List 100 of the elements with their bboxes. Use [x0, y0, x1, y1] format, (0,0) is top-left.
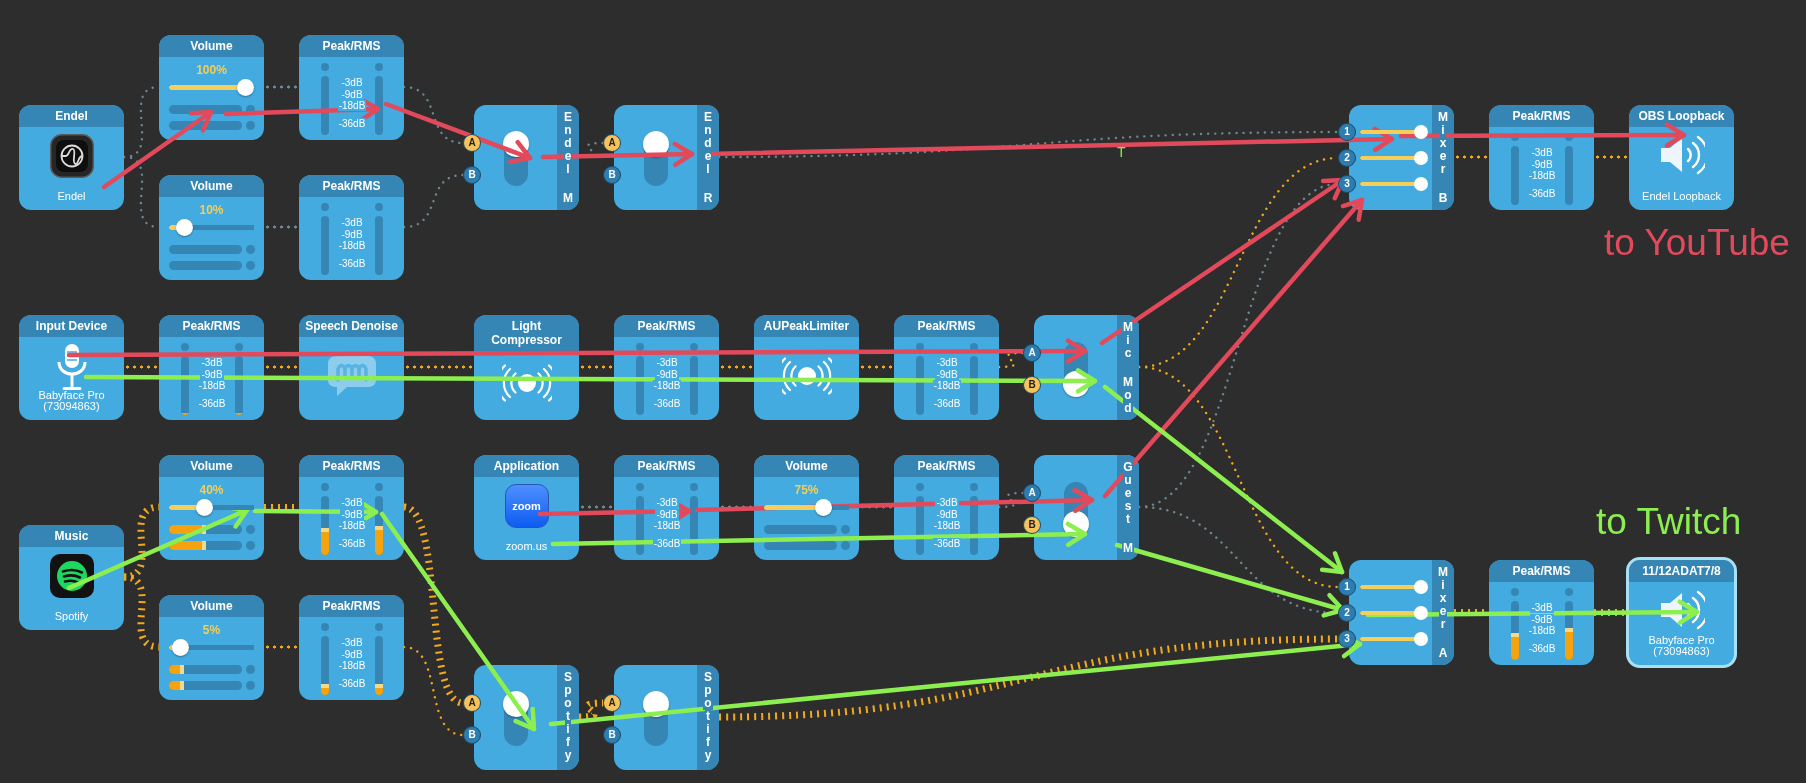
- slider-thumb[interactable]: [1414, 125, 1428, 139]
- node-title: Speech Denoise: [299, 315, 404, 337]
- clip-dot-icon: [246, 665, 255, 674]
- meter-node[interactable]: Peak/RMS -3dB -9dB -18dB -36dB: [1489, 560, 1594, 665]
- scale-label: -3dB: [1530, 147, 1554, 158]
- node-title: Peak/RMS: [1489, 105, 1594, 127]
- meter-node[interactable]: Peak/RMS -3dB -9dB -18dB -36dB: [894, 455, 999, 560]
- switch-label: Mic Mod: [1121, 321, 1135, 415]
- level-meter: [916, 496, 924, 555]
- input-port[interactable]: A: [1023, 344, 1041, 362]
- scale-label: -9dB: [655, 509, 679, 520]
- source-node[interactable]: Input Device Babyface Pro (73094863): [19, 315, 124, 420]
- clip-dot-icon: [690, 483, 698, 491]
- node-title: Volume: [159, 595, 264, 617]
- volume-percent: 10%: [198, 203, 225, 217]
- output-node[interactable]: OBS Loopback Endel Loopback: [1629, 105, 1734, 210]
- effect-node[interactable]: AUPeakLimiter: [754, 315, 859, 420]
- node-caption: Endel: [57, 191, 86, 202]
- node-title: Peak/RMS: [299, 455, 404, 477]
- meter-node[interactable]: Peak/RMS -3dB -9dB -18dB -36dB: [614, 455, 719, 560]
- input-port[interactable]: A: [603, 134, 621, 152]
- volume-node[interactable]: Volume 5%: [159, 595, 264, 700]
- volume-node[interactable]: Volume 100%: [159, 35, 264, 140]
- scale-label: -9dB: [340, 509, 364, 520]
- scale-label: -18dB: [337, 240, 367, 251]
- clip-dot-icon: [321, 483, 329, 491]
- input-port[interactable]: A: [1023, 484, 1041, 502]
- meter-node[interactable]: Peak/RMS -3dB -9dB -18dB -36dB: [159, 315, 264, 420]
- level-meter: [1565, 146, 1573, 205]
- scale-label: -9dB: [340, 229, 364, 240]
- input-port[interactable]: B: [603, 726, 621, 744]
- effect-node[interactable]: Light Compressor: [474, 315, 579, 420]
- scale-label: -9dB: [655, 369, 679, 380]
- scale-label: -36dB: [652, 538, 682, 549]
- clip-dot-icon: [375, 623, 383, 631]
- clip-dot-icon: [375, 203, 383, 211]
- speech-bubble-icon: [327, 355, 376, 396]
- output-node[interactable]: 11/12ADAT7/8 Babyface Pro (73094863): [1626, 557, 1737, 668]
- input-port[interactable]: B: [1023, 516, 1041, 534]
- slider-thumb[interactable]: [196, 499, 214, 516]
- scale-label: -18dB: [1527, 625, 1557, 636]
- scale-label: -36dB: [932, 538, 962, 549]
- source-node[interactable]: Application zoom zoom.us: [474, 455, 579, 560]
- input-port[interactable]: A: [463, 694, 481, 712]
- switch-label: Endel R: [701, 111, 715, 205]
- scale-label: -9dB: [340, 89, 364, 100]
- volume-node[interactable]: Volume 75%: [754, 455, 859, 560]
- node-caption: Spotify: [54, 611, 89, 622]
- slider-thumb[interactable]: [1414, 177, 1428, 191]
- input-port[interactable]: B: [463, 726, 481, 744]
- source-node[interactable]: Music Spotify: [19, 525, 124, 630]
- switch-label: Spotify: [561, 671, 574, 764]
- meter-node[interactable]: Peak/RMS -3dB -9dB -18dB -36dB: [894, 315, 999, 420]
- scale-label: -18dB: [337, 520, 367, 531]
- input-port[interactable]: 1: [1338, 578, 1356, 596]
- input-port[interactable]: A: [603, 694, 621, 712]
- mixer-label: Mixer B: [1436, 111, 1450, 205]
- meter-node[interactable]: Peak/RMS -3dB -9dB -18dB -36dB: [299, 595, 404, 700]
- slider-thumb[interactable]: [172, 639, 190, 656]
- level-meter: [970, 496, 978, 555]
- mixer-node[interactable]: Mixer A: [1349, 560, 1454, 665]
- scale-label: -9dB: [935, 369, 959, 380]
- slider-thumb[interactable]: [175, 219, 193, 236]
- meter-node[interactable]: Peak/RMS -3dB -9dB -18dB -36dB: [299, 35, 404, 140]
- meter-node[interactable]: Peak/RMS -3dB -9dB -18dB -36dB: [614, 315, 719, 420]
- switch-track[interactable]: [643, 692, 668, 746]
- switch-track[interactable]: [643, 132, 668, 186]
- radiating-dot-icon: [781, 356, 832, 395]
- slider-thumb[interactable]: [1414, 606, 1428, 620]
- annotation-text: T: [1117, 145, 1126, 159]
- node-title: Peak/RMS: [1489, 560, 1594, 582]
- slider-thumb[interactable]: [237, 79, 254, 96]
- input-port[interactable]: B: [603, 166, 621, 184]
- input-port[interactable]: 1: [1338, 123, 1356, 141]
- scale-label: -36dB: [337, 538, 367, 549]
- clip-dot-icon: [636, 483, 644, 491]
- input-port[interactable]: B: [463, 166, 481, 184]
- node-title: AUPeakLimiter: [754, 315, 859, 337]
- volume-node[interactable]: Volume 10%: [159, 175, 264, 280]
- volume-node[interactable]: Volume 40%: [159, 455, 264, 560]
- node-title: Endel: [19, 105, 124, 127]
- meter-node[interactable]: Peak/RMS -3dB -9dB -18dB -36dB: [299, 175, 404, 280]
- meter-node[interactable]: Peak/RMS -3dB -9dB -18dB -36dB: [299, 455, 404, 560]
- slider-thumb[interactable]: [1414, 580, 1428, 594]
- clip-dot-icon: [321, 623, 329, 631]
- input-port[interactable]: 2: [1338, 149, 1356, 167]
- scale-label: -3dB: [935, 497, 959, 508]
- slider-thumb[interactable]: [1414, 632, 1428, 646]
- effect-node[interactable]: Speech Denoise: [299, 315, 404, 420]
- scale-label: -18dB: [1527, 170, 1557, 181]
- clip-dot-icon: [841, 525, 850, 534]
- slider-thumb[interactable]: [815, 499, 832, 516]
- source-node[interactable]: Endel Endel: [19, 105, 124, 210]
- node-title: 11/12ADAT7/8: [1629, 560, 1734, 582]
- scale-label: -3dB: [200, 357, 224, 368]
- scale-label: -36dB: [932, 398, 962, 409]
- clip-dot-icon: [636, 343, 644, 351]
- slider-thumb[interactable]: [1414, 151, 1428, 165]
- mixer-node[interactable]: Mixer B: [1349, 105, 1454, 210]
- node-title: Peak/RMS: [299, 175, 404, 197]
